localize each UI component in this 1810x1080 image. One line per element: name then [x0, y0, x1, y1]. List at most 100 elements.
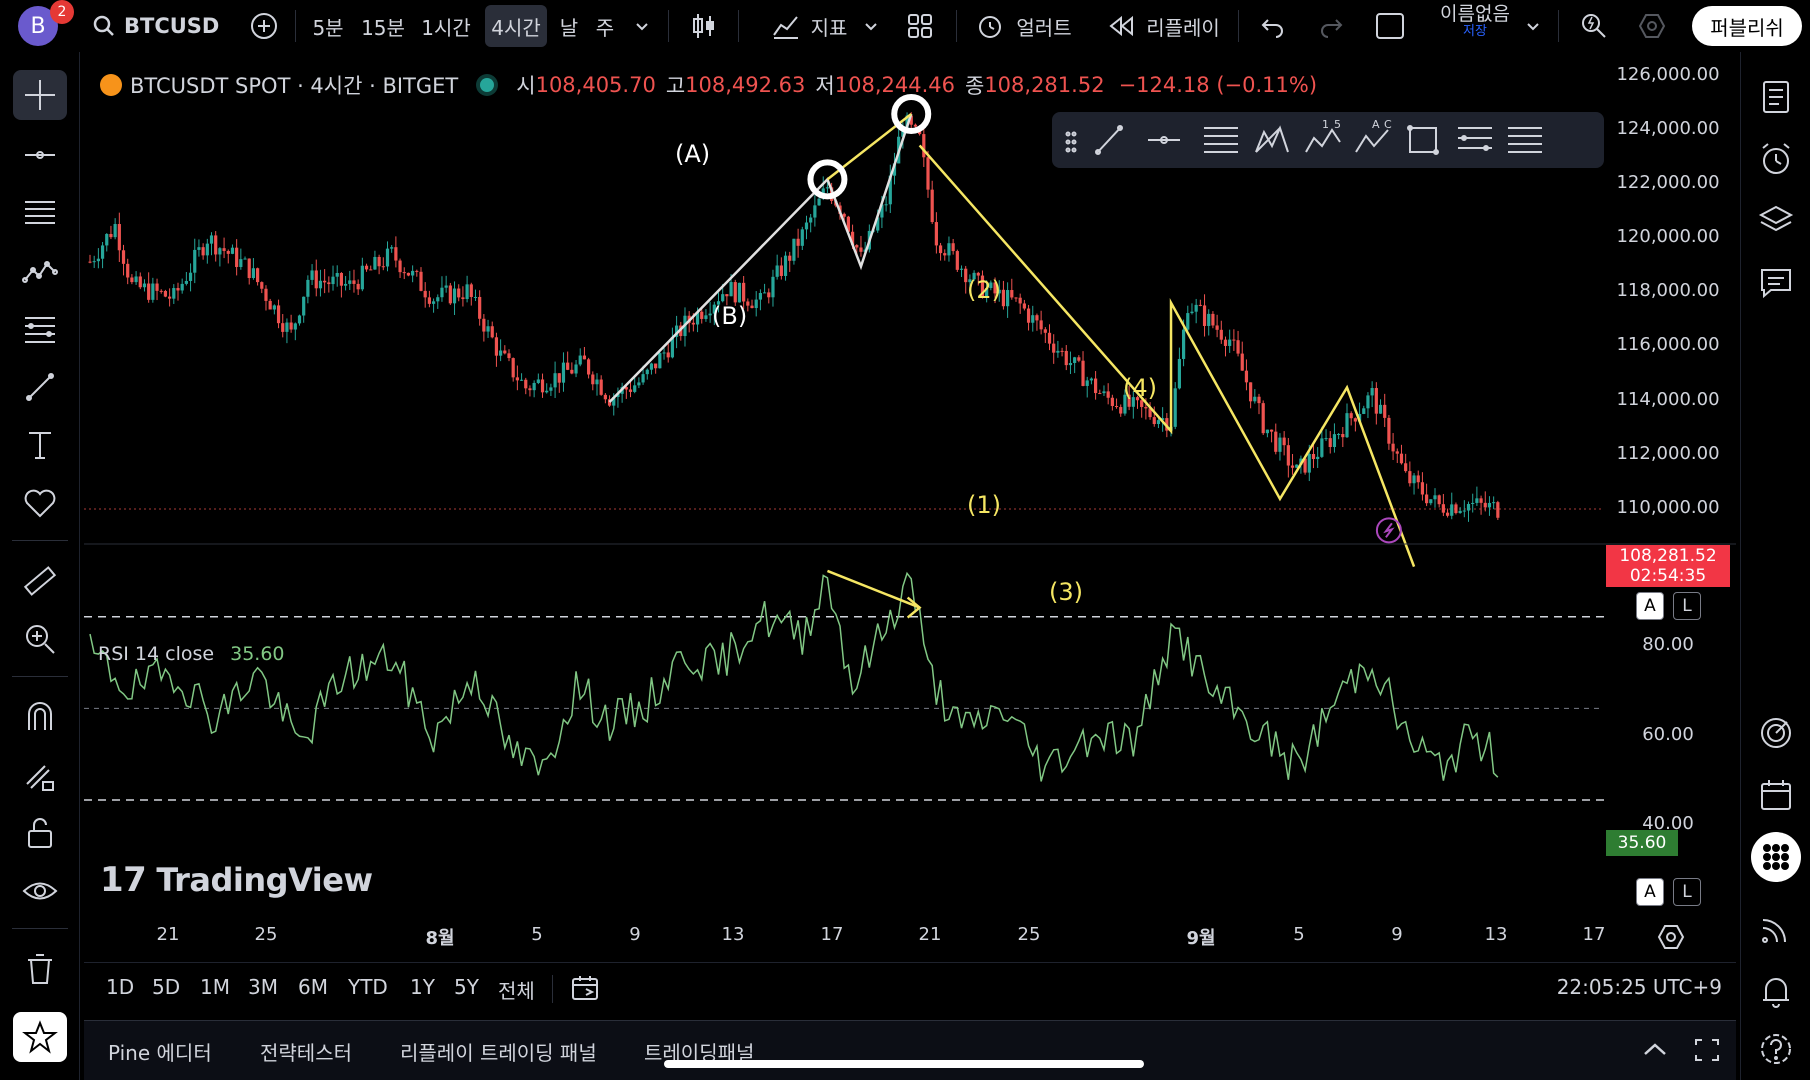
tab-replay-trading-panel[interactable]: 리플레이 트레이딩 패널: [400, 1037, 597, 1066]
candle-body: [700, 311, 704, 319]
measure-tool[interactable]: [13, 556, 67, 606]
interval-4h[interactable]: 4시간: [485, 5, 547, 47]
chart-pane[interactable]: [84, 60, 1736, 960]
interval-15m[interactable]: 15분: [358, 8, 408, 44]
hotlists-button[interactable]: [1751, 708, 1801, 758]
interval-1w[interactable]: 주: [592, 8, 618, 44]
favorites-tool[interactable]: [13, 478, 67, 528]
layout-name-button[interactable]: 이름없음 저장: [1420, 4, 1530, 39]
interval-1h[interactable]: 1시간: [418, 8, 474, 44]
range-1y[interactable]: 1Y: [410, 975, 435, 999]
tab-strategy-tester[interactable]: 전략테스터: [260, 1037, 352, 1066]
publish-button[interactable]: 퍼블리쉬: [1692, 6, 1802, 46]
magnet-tool[interactable]: [13, 692, 67, 742]
log-scale-button[interactable]: L: [1673, 592, 1701, 620]
crosshair-tool[interactable]: [13, 70, 67, 120]
range-ytd[interactable]: YTD: [348, 975, 388, 999]
visibility-tool[interactable]: [13, 866, 67, 916]
replay-button[interactable]: 리플레이: [1102, 8, 1226, 44]
candle-body: [209, 235, 214, 244]
candle-body: [566, 362, 570, 370]
help-button[interactable]: [1751, 1024, 1801, 1074]
symbol-search-button[interactable]: BTCUSD: [92, 8, 242, 44]
calendar-button[interactable]: [1751, 770, 1801, 820]
settings-button[interactable]: [1632, 8, 1672, 44]
candle-body: [913, 124, 918, 127]
bell-icon: [1763, 978, 1789, 1008]
range-5d[interactable]: 5D: [152, 975, 180, 999]
delete-tool[interactable]: [13, 944, 67, 994]
watchlist-button[interactable]: [1751, 72, 1801, 122]
candle-body: [1194, 304, 1198, 312]
redo-button[interactable]: [1312, 8, 1350, 44]
alert-button[interactable]: 얼러트: [972, 8, 1076, 44]
object-tree-button[interactable]: [1751, 196, 1801, 246]
candle-body: [260, 282, 264, 289]
magnet-icon: [28, 702, 52, 730]
maximize-panel-icon[interactable]: [1692, 1035, 1722, 1065]
candle-body: [582, 355, 587, 360]
range-5y[interactable]: 5Y: [454, 975, 479, 999]
rsi-auto-scale-button[interactable]: A: [1636, 878, 1664, 906]
candle-body: [1081, 360, 1085, 386]
zoom-tool[interactable]: [13, 614, 67, 664]
indicators-dropdown[interactable]: [858, 8, 884, 44]
range-1d[interactable]: 1D: [106, 975, 134, 999]
range-3m[interactable]: 3M: [248, 975, 278, 999]
candle-body: [926, 157, 930, 190]
interval-5m[interactable]: 5분: [306, 8, 350, 44]
axis-settings-icon[interactable]: [1656, 922, 1686, 952]
streams-button[interactable]: [1751, 904, 1801, 954]
notifications-button[interactable]: [1751, 966, 1801, 1016]
candle-body: [796, 238, 800, 246]
time-axis-label: 9월: [1186, 928, 1216, 949]
favorite-star-tool[interactable]: [13, 1012, 67, 1062]
undo-button[interactable]: [1254, 8, 1292, 44]
fullscreen-button[interactable]: [1370, 8, 1410, 44]
layouts-button[interactable]: [900, 8, 940, 44]
channel-tool[interactable]: [13, 188, 67, 238]
star-icon: [22, 1020, 58, 1054]
chart-type-button[interactable]: [684, 8, 724, 44]
indicators-icon: [772, 16, 798, 39]
range-all[interactable]: 전체: [498, 975, 535, 1004]
range-6m[interactable]: 6M: [298, 975, 328, 999]
candle-body: [121, 250, 126, 264]
interval-1d[interactable]: 날: [556, 8, 582, 44]
candle-body: [595, 379, 599, 385]
calendar-goto-icon[interactable]: [570, 973, 602, 1003]
tab-pine-editor[interactable]: Pine 에디터: [108, 1037, 212, 1066]
drawing-mode-tool[interactable]: [13, 750, 67, 800]
range-1m[interactable]: 1M: [200, 975, 230, 999]
candle-body: [666, 352, 670, 358]
text-tool[interactable]: [13, 420, 67, 470]
candle-body: [1437, 495, 1441, 505]
candle-body: [767, 292, 771, 298]
trendline-tool[interactable]: [13, 362, 67, 412]
indicators-button[interactable]: 지표: [754, 8, 864, 44]
candle-body: [1496, 502, 1500, 518]
time-axis-label: 25: [254, 924, 278, 945]
candle-body: [884, 204, 888, 206]
pattern-tool[interactable]: [13, 246, 67, 296]
favorite-drawings-toolbar[interactable]: 15 AC: [1052, 112, 1604, 168]
chat-button[interactable]: [1751, 258, 1801, 308]
candle-body: [394, 247, 398, 261]
chevron-up-icon[interactable]: [1640, 1035, 1670, 1065]
compare-symbol-button[interactable]: [244, 8, 284, 44]
interval-dropdown[interactable]: [628, 8, 656, 44]
rsi-log-scale-button[interactable]: L: [1673, 878, 1701, 906]
notification-badge: 2: [50, 0, 74, 24]
zoom-in-icon: [26, 625, 55, 654]
timezone-clock[interactable]: 22:05:25 UTC+9: [1557, 975, 1722, 999]
quick-search-button[interactable]: [1574, 8, 1614, 44]
lock-tool[interactable]: [13, 808, 67, 858]
candle-body: [1144, 407, 1148, 409]
horizontal-line-tool[interactable]: [13, 130, 67, 180]
svg-text:5: 5: [1334, 118, 1341, 131]
auto-scale-button[interactable]: A: [1636, 592, 1664, 620]
alerts-button[interactable]: [1751, 134, 1801, 184]
products-button[interactable]: [1751, 832, 1801, 882]
fib-tool[interactable]: [13, 304, 67, 354]
layout-dropdown[interactable]: [1520, 8, 1546, 44]
